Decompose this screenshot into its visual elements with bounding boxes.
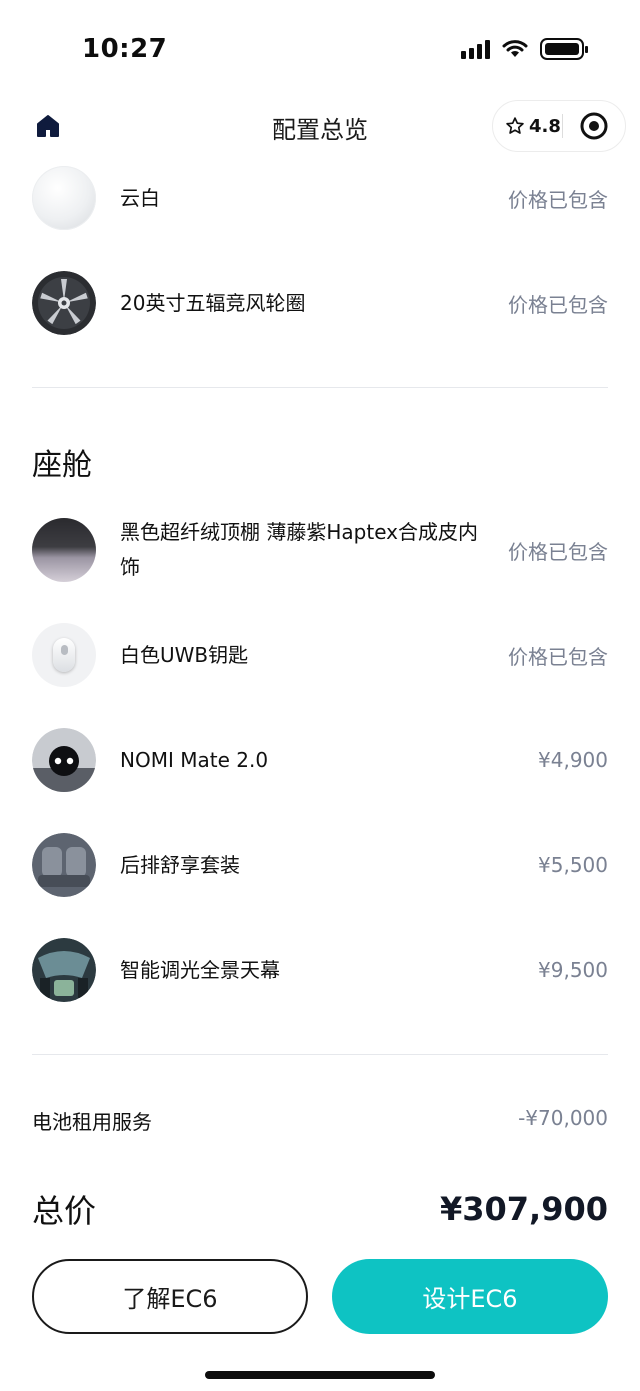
item-label: 20英寸五辐竞风轮圈 bbox=[120, 290, 306, 315]
total-value: ¥307,900 bbox=[439, 1190, 608, 1228]
star-icon bbox=[506, 117, 524, 134]
item-price: ¥4,900 bbox=[538, 748, 608, 772]
mini-program-capsule: 4.8 bbox=[492, 100, 626, 152]
battery-service-row: 电池租用服务 -¥70,000 bbox=[32, 1106, 608, 1135]
battery-icon bbox=[540, 38, 588, 60]
status-icons bbox=[461, 38, 588, 60]
item-label: 智能调光全景天幕 bbox=[120, 957, 280, 982]
rating-value: 4.8 bbox=[529, 115, 561, 137]
nomi-robot-image bbox=[32, 728, 96, 792]
home-indicator bbox=[205, 1371, 435, 1379]
learn-ec6-button[interactable]: 了解EC6 bbox=[32, 1259, 308, 1334]
list-item: 20英寸五辐竞风轮圈 价格已包含 bbox=[32, 271, 608, 335]
status-bar: 10:27 bbox=[0, 0, 640, 100]
list-item: 云白 价格已包含 bbox=[32, 166, 608, 230]
list-item: 白色UWB钥匙 价格已包含 bbox=[32, 623, 608, 687]
wheel-rim-image bbox=[32, 271, 96, 335]
design-ec6-button[interactable]: 设计EC6 bbox=[332, 1259, 608, 1334]
list-item: NOMI Mate 2.0 ¥4,900 bbox=[32, 728, 608, 792]
item-label: NOMI Mate 2.0 bbox=[120, 747, 269, 772]
uwb-key-image bbox=[32, 623, 96, 687]
white-paint-swatch-image bbox=[32, 166, 96, 230]
close-miniprogram-button[interactable] bbox=[563, 111, 625, 141]
status-time: 10:27 bbox=[82, 34, 168, 64]
battery-service-label: 电池租用服务 bbox=[32, 1110, 152, 1134]
item-price: 价格已包含 bbox=[508, 539, 608, 564]
item-price: ¥5,500 bbox=[538, 853, 608, 877]
item-price: 价格已包含 bbox=[508, 292, 608, 317]
item-label: 白色UWB钥匙 bbox=[120, 642, 249, 667]
cellular-signal-icon bbox=[461, 39, 490, 59]
section-divider bbox=[32, 387, 608, 388]
item-label: 黑色超纤绒顶棚 薄藤紫Haptex合成皮内饰 bbox=[120, 520, 478, 579]
list-item: 智能调光全景天幕 ¥9,500 bbox=[32, 938, 608, 1002]
list-item: 黑色超纤绒顶棚 薄藤紫Haptex合成皮内饰 价格已包含 bbox=[32, 515, 608, 585]
item-label: 云白 bbox=[120, 185, 160, 210]
battery-service-value: -¥70,000 bbox=[518, 1106, 608, 1130]
target-icon bbox=[580, 112, 608, 140]
nav-bar: 配置总览 4.8 bbox=[0, 100, 640, 152]
panoramic-roof-image bbox=[32, 938, 96, 1002]
interior-headliner-image bbox=[32, 518, 96, 582]
section-divider bbox=[32, 1054, 608, 1055]
rear-seats-image bbox=[32, 833, 96, 897]
item-price: 价格已包含 bbox=[508, 187, 608, 212]
section-title-cabin: 座舱 bbox=[32, 448, 92, 483]
wifi-icon bbox=[502, 40, 528, 57]
item-label: 后排舒享套装 bbox=[120, 852, 240, 877]
list-item: 后排舒享套装 ¥5,500 bbox=[32, 833, 608, 897]
total-row: 总价 ¥307,900 bbox=[32, 1186, 608, 1232]
item-price: ¥9,500 bbox=[538, 958, 608, 982]
item-price: 价格已包含 bbox=[508, 644, 608, 669]
total-label: 总价 bbox=[32, 1192, 97, 1230]
rating-button[interactable]: 4.8 bbox=[493, 116, 562, 137]
